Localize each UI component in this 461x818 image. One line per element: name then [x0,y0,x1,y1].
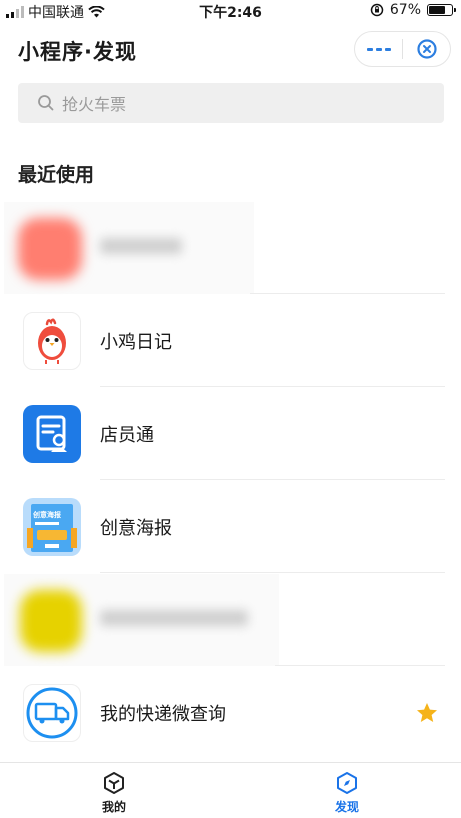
row-separator [100,479,445,480]
star-icon[interactable] [415,701,439,725]
cube-icon [104,772,124,794]
close-circle-icon [416,39,437,59]
poster-icon-text: 创意海报 [33,511,61,519]
blurred-label [100,610,248,626]
list-item[interactable] [0,574,461,666]
row-separator [275,665,445,666]
poster-app-icon: 创意海报 [23,498,81,556]
blurred-label [100,238,182,254]
search-icon [38,95,54,111]
section-title-recent: 最近使用 [18,164,95,186]
delivery-truck-app-icon [23,684,81,742]
tab-label: 发现 [334,800,359,814]
app-name: 小鸡日记 [100,332,172,353]
list-item[interactable] [0,202,461,294]
tab-label: 我的 [101,800,126,814]
tab-bar: 我的 发现 [0,762,461,818]
compass-icon [337,772,357,794]
battery-percent: 67% [389,2,421,18]
list-item[interactable]: 我的快递微查询 [0,667,461,759]
app-name: 店员通 [100,425,154,446]
rotation-lock-icon [370,3,384,17]
tab-mine[interactable]: 我的 [74,771,154,815]
page-title: 小程序·发现 [18,40,137,64]
close-button[interactable] [403,32,450,66]
status-bar: 中国联通 下午2:46 67% [0,0,461,22]
row-separator [100,386,445,387]
list-item[interactable]: 创意海报 创意海报 [0,481,461,573]
staff-document-app-icon [23,405,81,463]
search-placeholder: 抢火车票 [62,95,127,114]
row-separator [100,572,445,573]
tab-discover[interactable]: 发现 [307,771,387,815]
more-button[interactable] [355,32,402,66]
battery-icon [427,4,456,16]
miniprogram-capsule [354,31,451,67]
list-item[interactable]: 店员通 [0,388,461,480]
app-name: 我的快递微查询 [100,704,226,725]
list-item[interactable]: 小鸡日记 [0,295,461,387]
chick-app-icon [23,312,81,370]
row-separator [250,293,445,294]
more-dot-icon [366,47,373,51]
app-name: 创意海报 [100,518,172,539]
search-bar[interactable]: 抢火车票 [18,83,444,123]
